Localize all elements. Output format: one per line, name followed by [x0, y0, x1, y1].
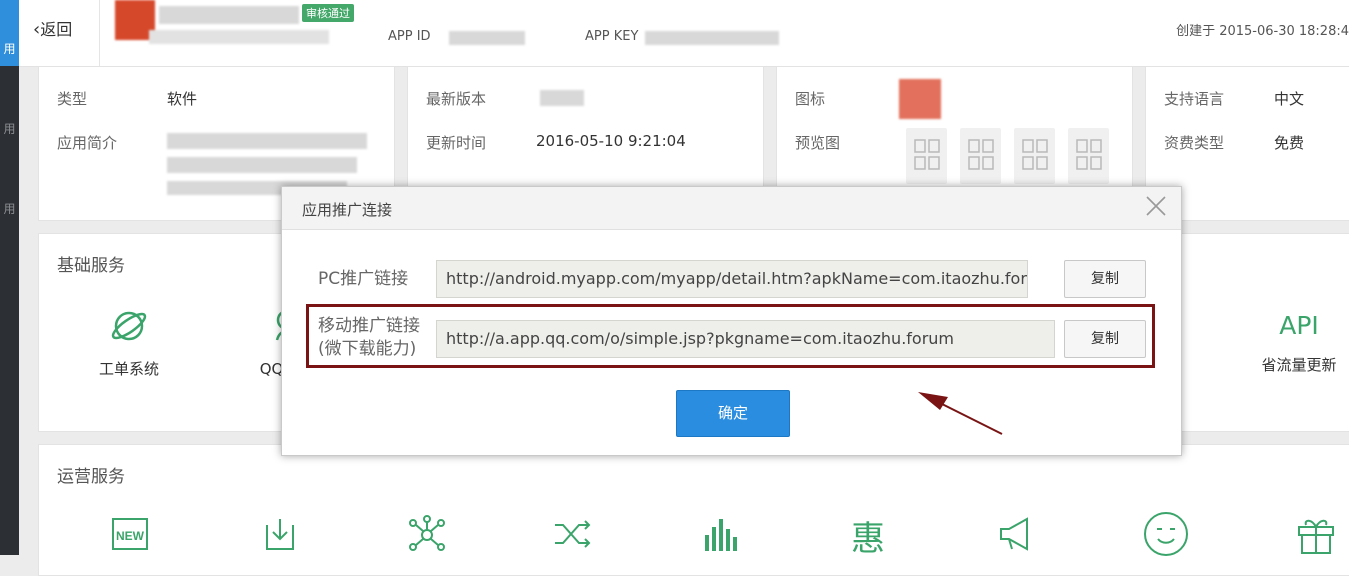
preview-thumb[interactable]	[960, 128, 1001, 184]
mobile-link-label-line2: (微下载能力)	[318, 339, 417, 359]
pc-link-label: PC推广链接	[318, 269, 409, 289]
shuffle-icon[interactable]	[553, 515, 593, 553]
service-ticket[interactable]: 工单系统	[69, 306, 189, 379]
api-icon: API	[1279, 311, 1319, 340]
image-placeholder-icon	[1076, 139, 1102, 170]
hui-icon[interactable]: 惠	[851, 511, 885, 560]
app-header: ‹返回 审核通过 APP ID APP KEY 创建于 2015-06-30 1…	[19, 0, 1349, 67]
app-icon-image	[899, 79, 941, 119]
sidebar-active-item[interactable]: 用	[0, 0, 19, 66]
dialog-header: 应用推广连接	[282, 187, 1181, 230]
mobile-link-field[interactable]: http://a.app.qq.com/o/simple.jsp?pkgname…	[436, 320, 1055, 358]
update-time-label: 更新时间	[426, 134, 487, 152]
intro-redacted	[167, 133, 367, 149]
language-label: 支持语言	[1164, 90, 1225, 108]
download-icon[interactable]	[261, 515, 299, 553]
back-button[interactable]: ‹返回	[33, 16, 72, 40]
promo-link-dialog: 应用推广连接 PC推广链接 http://android.myapp.com/m…	[281, 186, 1182, 456]
copy-pc-link-button[interactable]: 复制	[1064, 260, 1146, 298]
mobile-link-label: 移动推广链接 (微下载能力)	[318, 315, 420, 361]
new-icon-text: NEW	[116, 529, 145, 543]
app-id-redacted	[449, 31, 525, 45]
image-placeholder-icon	[968, 139, 994, 170]
latest-version-label: 最新版本	[426, 90, 487, 108]
ops-services-title: 运营服务	[57, 467, 125, 487]
update-time-value: 2016-05-10 9:21:04	[536, 132, 686, 150]
preview-thumb[interactable]	[906, 128, 947, 184]
dialog-title: 应用推广连接	[302, 201, 393, 219]
fee-value: 免费	[1274, 134, 1305, 152]
service-delta-update[interactable]: API 省流量更新	[1239, 306, 1349, 375]
new-icon[interactable]: NEW	[111, 515, 149, 553]
header-divider	[99, 0, 100, 66]
app-desc-redacted	[149, 30, 329, 44]
close-icon[interactable]	[1145, 195, 1167, 217]
type-value: 软件	[167, 90, 198, 108]
sidebar-item-label: 用	[3, 202, 16, 216]
left-sidebar: 用 用 用	[0, 0, 19, 555]
preview-thumb[interactable]	[1068, 128, 1109, 184]
copy-mobile-link-button[interactable]: 复制	[1064, 320, 1146, 358]
network-icon[interactable]	[407, 515, 447, 555]
status-badge: 审核通过	[302, 4, 354, 22]
pc-link-field[interactable]: http://android.myapp.com/myapp/detail.ht…	[436, 260, 1028, 298]
service-label: 省流量更新	[1261, 356, 1337, 374]
fee-label: 资费类型	[1164, 134, 1225, 152]
confirm-button[interactable]: 确定	[676, 390, 790, 437]
preview-thumb[interactable]	[1014, 128, 1055, 184]
bar-chart-icon[interactable]	[703, 515, 741, 553]
image-placeholder-icon	[914, 139, 940, 170]
language-value: 中文	[1274, 90, 1305, 108]
smiley-icon[interactable]	[1143, 511, 1189, 557]
planet-icon	[111, 311, 147, 341]
app-id-label: APP ID	[388, 29, 431, 44]
intro-redacted	[167, 157, 357, 173]
icon-label: 图标	[795, 90, 826, 108]
sidebar-item-label: 用	[3, 42, 16, 56]
image-placeholder-icon	[1022, 139, 1048, 170]
sidebar-item-label: 用	[3, 122, 16, 136]
ops-services-panel: 运营服务 NEW 惠	[38, 444, 1349, 576]
app-key-redacted	[645, 31, 779, 45]
megaphone-icon[interactable]	[997, 515, 1037, 553]
preview-label: 预览图	[795, 134, 841, 152]
mobile-link-label-line1: 移动推广链接	[318, 316, 420, 336]
app-key-label: APP KEY	[585, 29, 639, 44]
gift-icon[interactable]	[1295, 513, 1337, 555]
back-label: 返回	[40, 20, 73, 39]
intro-label: 应用简介	[57, 134, 118, 152]
version-redacted	[540, 90, 584, 106]
app-name-redacted	[159, 6, 299, 24]
type-label: 类型	[57, 90, 88, 108]
service-label: 工单系统	[98, 360, 159, 378]
basic-services-title: 基础服务	[57, 256, 125, 276]
created-time: 创建于 2015-06-30 18:28:4	[1176, 24, 1349, 39]
